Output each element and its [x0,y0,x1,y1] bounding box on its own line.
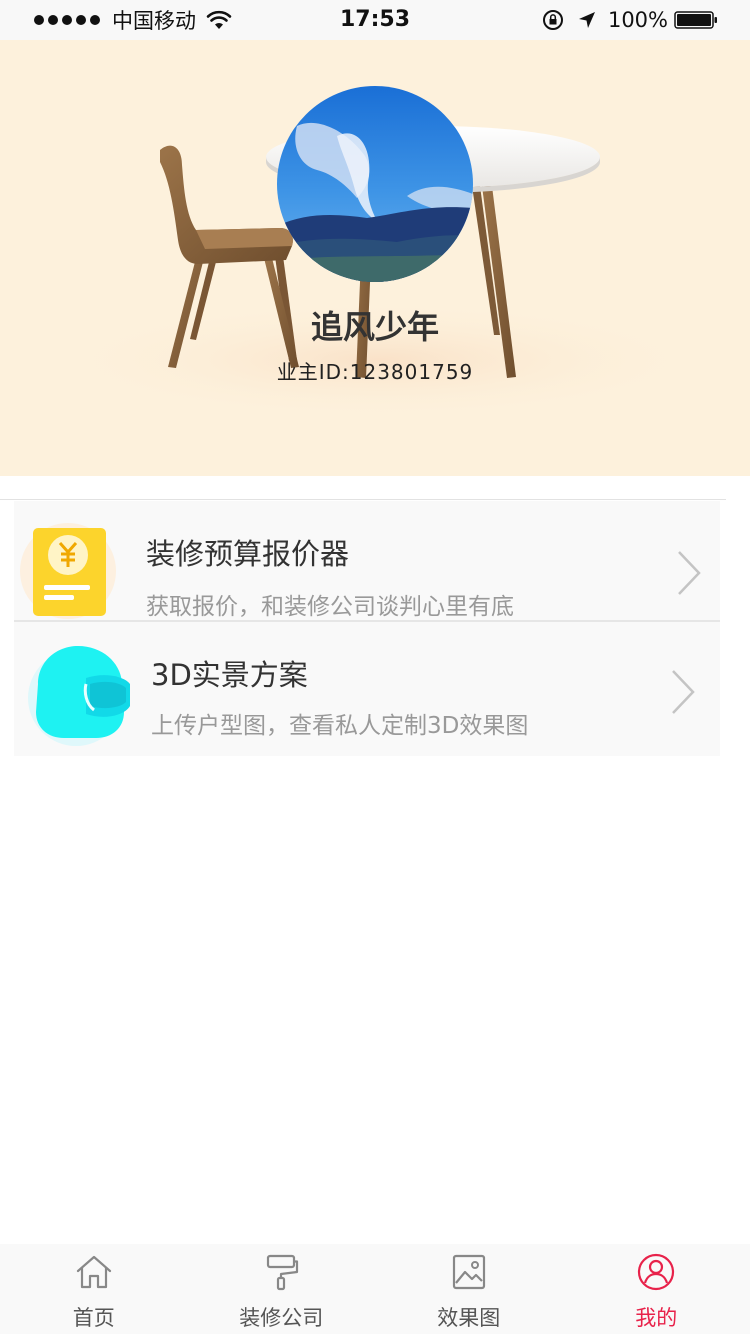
avatar[interactable] [277,86,473,282]
paint-roller-icon [267,1254,299,1291]
tab-decoration-company[interactable]: 装修公司 [188,1244,376,1334]
tab-mine[interactable]: 我的 [563,1244,750,1334]
3d-scene-plan-title: 3D实景方案 [151,658,308,692]
profile-header: 追风少年 业主ID:123801759 [0,40,750,476]
sky-landscape-avatar-icon [277,86,473,282]
budget-yen-icon [20,523,116,619]
tab-home-label: 首页 [72,1306,115,1330]
tab-effect-pictures-label: 效果图 [437,1306,501,1330]
status-bar: 中国移动 17:53 100% [0,0,750,40]
rotation-lock-icon [542,10,563,30]
user-name: 追风少年 [310,308,439,346]
tab-home[interactable]: 首页 [0,1244,188,1334]
battery-icon [674,11,717,29]
vr-headset-icon [28,646,130,746]
home-icon [76,1255,111,1289]
list-divider-top [0,499,726,500]
user-profile-icon [638,1253,675,1291]
location-arrow-icon [578,12,595,28]
battery-percent: 100% [607,8,668,32]
budget-calculator-subtitle: 获取报价，和装修公司谈判心里有底 [146,594,514,620]
owner-id: 业主ID:123801759 [276,360,474,384]
3d-scene-plan-subtitle: 上传户型图，查看私人定制3D效果图 [151,713,529,739]
tab-mine-label: 我的 [635,1306,678,1330]
chevron-right-icon [678,551,701,595]
status-bar-right: 100% [542,0,718,40]
tab-effect-pictures[interactable]: 效果图 [375,1244,563,1334]
tab-bar: 首页 装修公司 效果图 我的 [0,1244,750,1334]
budget-calculator-title: 装修预算报价器 [146,537,350,571]
tab-decoration-company-label: 装修公司 [239,1306,324,1330]
3d-scene-plan-item[interactable]: 3D实景方案 上传户型图，查看私人定制3D效果图 [14,622,720,756]
picture-icon [452,1254,485,1290]
chevron-right-icon [672,670,695,714]
budget-calculator-item[interactable]: 装修预算报价器 获取报价，和装修公司谈判心里有底 [14,501,720,620]
